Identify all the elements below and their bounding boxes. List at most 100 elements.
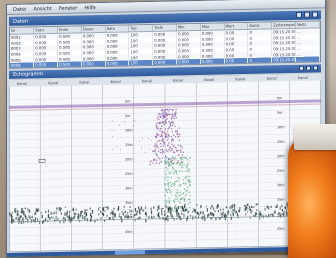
menu-item-file[interactable]: Datei	[13, 6, 26, 12]
bottom-noise	[86, 217, 89, 222]
echo-point	[133, 120, 135, 122]
maximize-icon[interactable]	[304, 11, 310, 18]
bottom-noise	[198, 213, 200, 216]
bottom-noise	[15, 217, 17, 220]
echo-point	[167, 188, 170, 190]
table-cell: ...	[295, 56, 320, 63]
bottom-noise	[222, 211, 224, 215]
echo-point	[181, 164, 183, 167]
echo-point	[173, 162, 175, 164]
echo-point	[170, 118, 172, 120]
echo-point	[156, 131, 158, 133]
bottom-noise	[153, 215, 155, 219]
bottom-noise	[11, 215, 13, 218]
depth-label: 25m	[125, 172, 133, 176]
echo-point	[180, 158, 182, 160]
echo-point	[175, 130, 177, 132]
echo-point	[182, 179, 185, 181]
bottom-noise	[91, 209, 94, 214]
depth-label: 0m	[277, 96, 283, 100]
bottom-noise	[69, 210, 71, 214]
echogram-plot[interactable]: Kanal Kanal Kanal Kanal Kanal Kanal Kanal Kanal…	[9, 73, 321, 252]
minimize-icon[interactable]	[299, 65, 304, 71]
plot-column-header: Kanal	[111, 80, 121, 84]
bottom-noise	[47, 215, 49, 219]
bottom-noise	[225, 206, 228, 209]
echo-point	[164, 171, 166, 173]
echo-point	[158, 118, 160, 120]
bottom-noise	[113, 207, 115, 210]
bottom-noise	[55, 215, 57, 220]
echo-point	[184, 183, 186, 185]
minimize-icon[interactable]	[296, 11, 302, 18]
menu-item-window[interactable]: Fenster	[59, 5, 78, 11]
bottom-noise	[17, 213, 19, 215]
echo-point	[166, 108, 169, 110]
echo-point	[156, 144, 158, 147]
echo-point	[155, 146, 158, 149]
scrollbar-thumb[interactable]	[115, 250, 145, 255]
echo-point	[180, 210, 183, 212]
echo-point	[171, 159, 174, 161]
bottom-noise	[227, 212, 229, 215]
bottom-noise	[60, 212, 63, 215]
echo-point	[187, 186, 189, 188]
echo-point	[188, 179, 191, 181]
bottom-noise	[119, 213, 121, 215]
bottom-noise	[181, 212, 183, 215]
menu-item-view[interactable]: Ansicht	[33, 6, 51, 12]
echo-point	[118, 124, 120, 126]
bottom-noise	[82, 214, 84, 219]
echo-point	[167, 137, 170, 140]
echo-point	[170, 164, 172, 166]
echo-point	[177, 144, 180, 147]
echo-point	[159, 130, 161, 132]
depth-label: 30m	[125, 186, 133, 190]
echo-point	[169, 146, 172, 148]
echo-point	[168, 142, 170, 144]
plot-column-header: Kanal	[267, 77, 277, 81]
bottom-noise	[234, 211, 236, 214]
echo-point	[167, 129, 169, 131]
echo-point	[169, 150, 171, 152]
echo-point	[155, 127, 158, 129]
plot-column-header: Kanal	[17, 82, 27, 86]
table-cell: 09:15.20.05	[271, 45, 296, 52]
bottom-noise	[90, 215, 92, 219]
echo-point	[162, 116, 165, 118]
echo-point	[161, 137, 164, 140]
echo-point	[170, 121, 173, 123]
echo-point	[188, 191, 190, 193]
bottom-noise	[227, 210, 230, 212]
echo-point	[165, 166, 167, 169]
echo-point	[175, 180, 177, 182]
bottom-noise	[59, 208, 62, 212]
echo-point	[173, 123, 175, 125]
bottom-noise	[34, 212, 36, 215]
echo-point	[111, 129, 113, 131]
echo-point	[173, 151, 176, 154]
echo-point	[188, 206, 191, 209]
echo-point	[157, 150, 160, 152]
bottom-noise	[269, 213, 271, 216]
echo-point	[155, 143, 157, 145]
bottom-noise	[284, 206, 286, 209]
bottom-noise	[67, 215, 69, 218]
echo-point	[179, 198, 181, 200]
maximize-icon[interactable]	[306, 65, 311, 71]
echo-point	[172, 113, 174, 116]
menu-item-help[interactable]: Hilfe	[84, 5, 95, 11]
plot-column-header: Kanal	[298, 76, 308, 80]
close-icon[interactable]	[312, 11, 318, 18]
bottom-noise	[177, 206, 179, 210]
bottom-noise	[255, 203, 257, 206]
bottom-noise	[203, 214, 206, 218]
close-icon[interactable]	[313, 65, 318, 71]
bottom-noise	[200, 204, 202, 209]
bottom-noise	[75, 208, 77, 211]
bottom-noise	[123, 205, 125, 208]
bottom-noise	[164, 213, 166, 215]
echo-point	[155, 145, 157, 147]
bottom-noise	[45, 217, 47, 220]
bottom-noise	[245, 213, 247, 216]
